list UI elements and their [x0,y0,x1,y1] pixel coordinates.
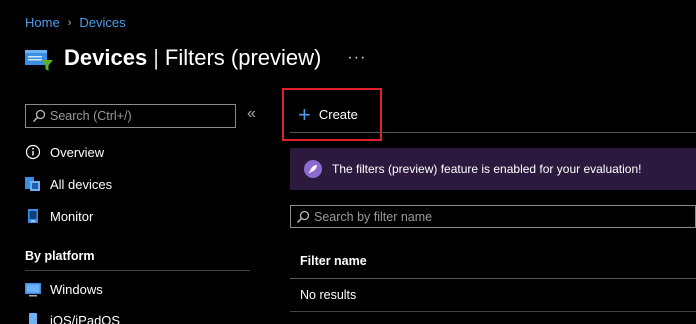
collapse-sidebar-button[interactable]: « [247,105,256,123]
sidebar-item-label: Windows [50,281,103,297]
sidebar-item-overview[interactable]: Overview [24,144,104,160]
toolbar-divider [290,132,696,133]
sidebar-item-label: iOS/iPadOS [50,312,121,324]
create-button[interactable]: + Create [282,88,382,141]
column-header-filter-name[interactable]: Filter name [300,254,367,268]
sidebar-item-all-devices[interactable]: All devices [24,176,112,192]
info-icon [24,144,42,160]
page-header: Devices | Filters (preview) ··· [24,44,366,72]
filter-search-placeholder: Search by filter name [314,209,433,224]
sidebar-item-monitor[interactable]: Monitor [24,208,93,224]
empty-state-text: No results [300,288,357,302]
title-separator: | [153,45,159,70]
page-title: Devices [64,45,148,70]
sidebar-search-input[interactable]: Search (Ctrl+/) [25,104,236,128]
windows-icon [24,281,42,297]
sidebar-item-label: Monitor [50,208,94,224]
devices-filter-icon [24,44,54,72]
search-icon [32,109,46,123]
plus-icon: + [298,101,311,127]
sidebar-item-label: All devices [50,176,113,192]
table-row-divider [290,311,696,312]
ios-icon [24,312,42,324]
sidebar-search-placeholder: Search (Ctrl+/) [50,109,132,123]
section-divider [25,270,250,271]
evaluation-banner: The filters (preview) feature is enabled… [290,148,696,190]
search-icon [296,210,310,223]
section-heading-by-platform: By platform [25,249,95,263]
monitor-icon [24,208,42,224]
devices-icon [24,176,42,192]
banner-text: The filters (preview) feature is enabled… [332,162,642,176]
more-options-button[interactable]: ··· [347,49,366,67]
table-header-divider [290,278,696,279]
filter-search-input[interactable]: Search by filter name [290,205,696,228]
sidebar-item-windows[interactable]: Windows [24,281,103,297]
chevron-right-icon: › [67,16,72,29]
breadcrumb-devices[interactable]: Devices [79,15,125,30]
rocket-icon [304,160,322,178]
breadcrumb: Home › Devices [25,15,126,30]
breadcrumb-home[interactable]: Home [25,15,60,30]
page-subtitle: Filters (preview) [164,45,322,70]
sidebar-item-ios[interactable]: iOS/iPadOS [24,312,120,324]
create-button-label: Create [318,107,358,122]
sidebar-item-label: Overview [50,144,105,160]
